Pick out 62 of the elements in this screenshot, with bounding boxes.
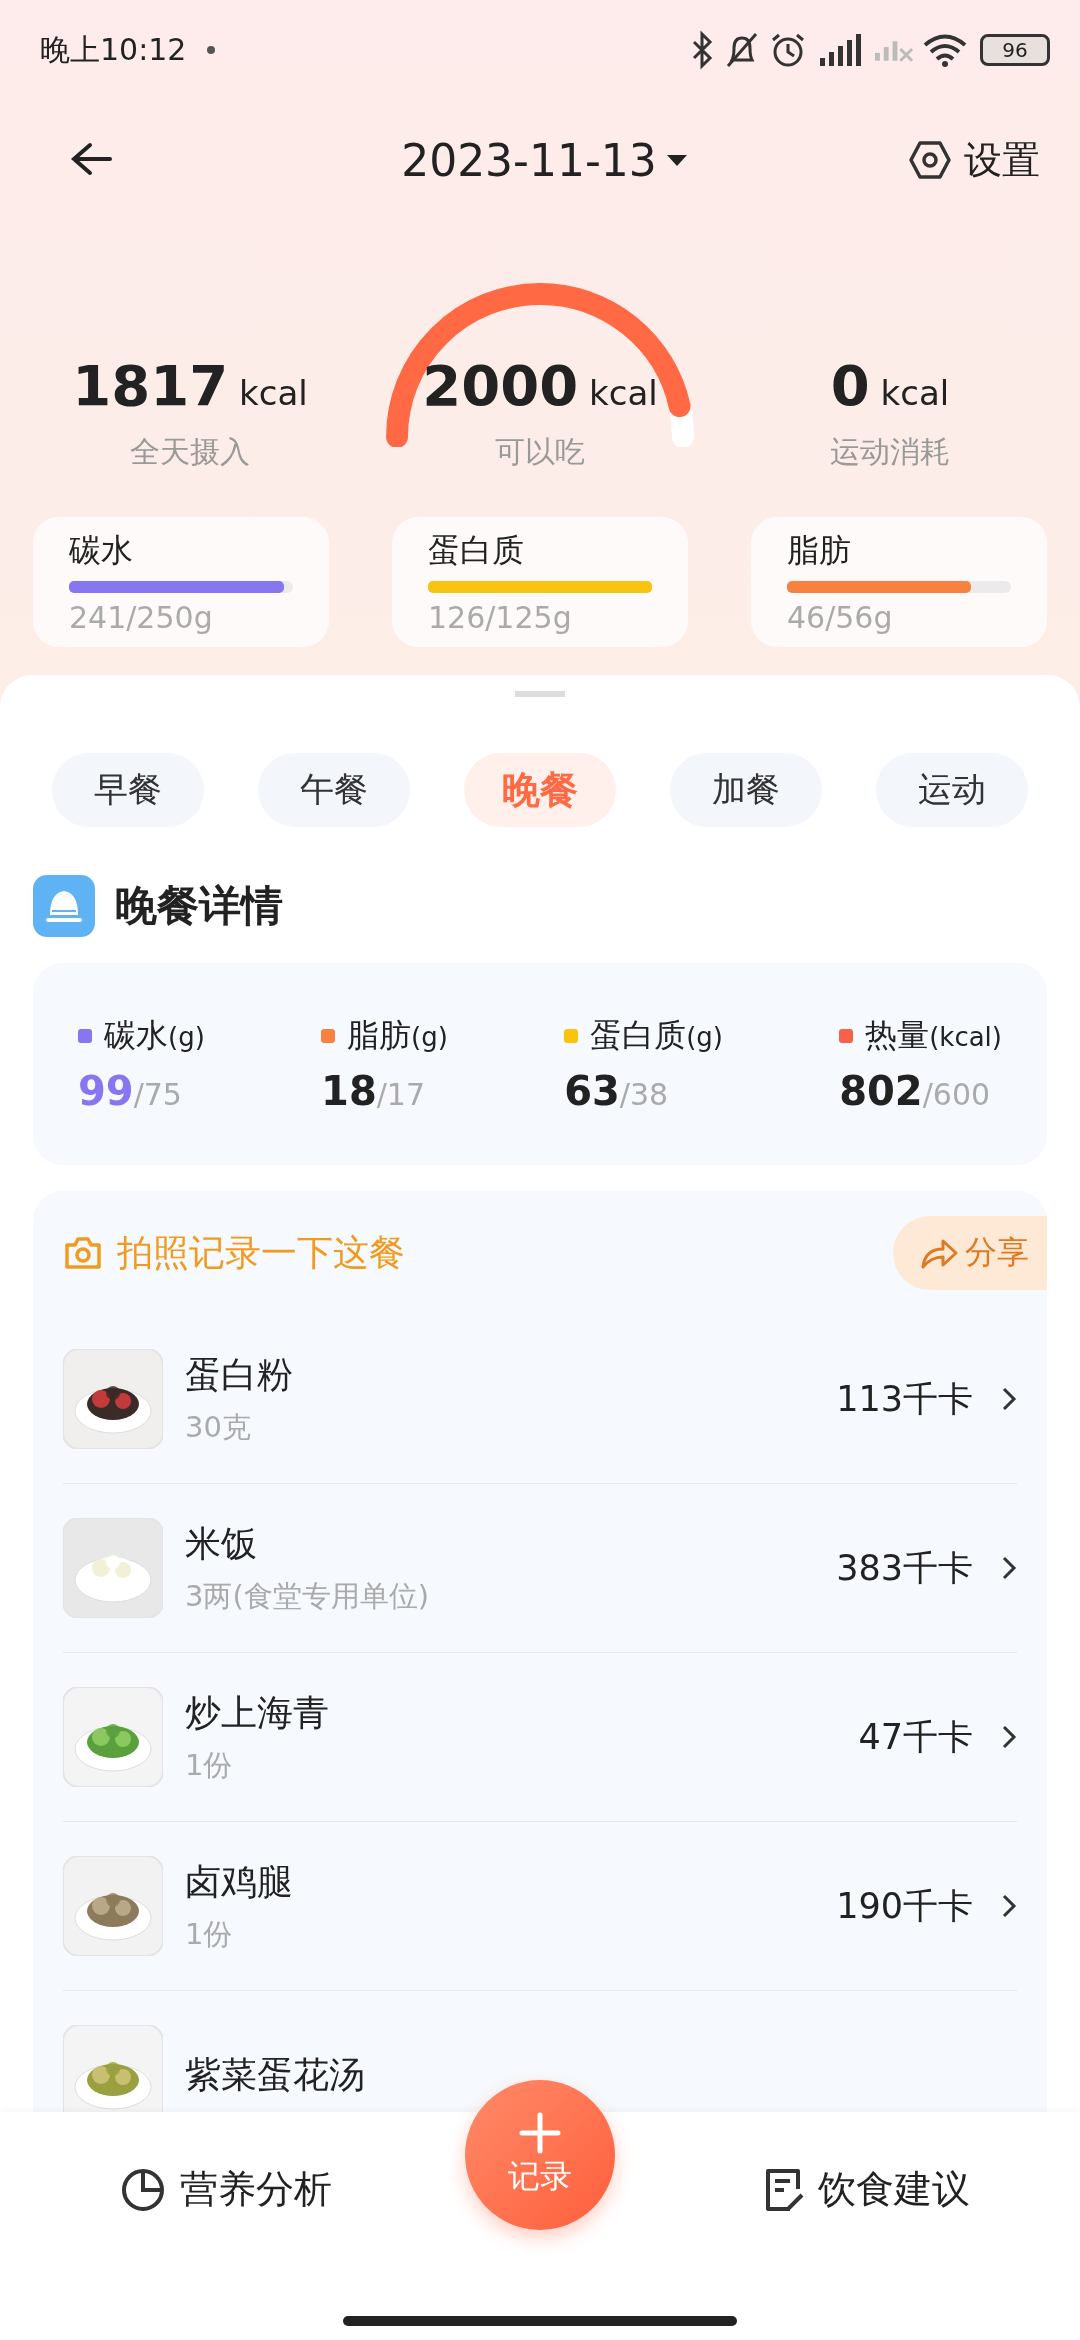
macro-name: 蛋白质	[428, 530, 525, 571]
diet-advice-tab[interactable]: 饮食建议	[764, 2164, 970, 2215]
food-item[interactable]: 炒上海青 1份 47千卡	[63, 1653, 1017, 1822]
stat-label: 热量(kcal)	[865, 1015, 1002, 1056]
dinner-bell-icon	[33, 875, 95, 937]
chevron-right-icon	[1001, 1385, 1017, 1413]
meal-tab[interactable]: 午餐	[258, 753, 410, 827]
chevron-right-icon	[1001, 1554, 1017, 1582]
pie-chart-icon	[120, 2166, 166, 2213]
stat-value: 18/17	[321, 1068, 426, 1114]
stat-value: 63/38	[564, 1068, 670, 1114]
food-calories: 113千卡	[836, 1377, 973, 1421]
food-name: 米饭	[185, 1521, 258, 1566]
burned-label: 运动消耗	[830, 433, 950, 471]
food-amount: 3两(食堂专用单位)	[185, 1577, 431, 1615]
chevron-right-icon	[1001, 1723, 1017, 1751]
meal-tab[interactable]: 加餐	[670, 753, 822, 827]
food-name: 紫菜蛋花汤	[185, 2052, 366, 2097]
drag-handle[interactable]	[515, 691, 565, 697]
status-time: 晚上10:12	[40, 30, 187, 69]
signal-off-icon	[874, 38, 914, 62]
date-picker[interactable]: 2023-11-13	[401, 134, 691, 186]
settings-button[interactable]: 设置	[908, 134, 1040, 186]
meal-tab[interactable]: 运动	[876, 753, 1028, 827]
food-amount: 1份	[185, 1746, 234, 1784]
burned-value: 0 kcal	[830, 353, 950, 418]
camera-icon	[63, 1235, 103, 1271]
note-edit-icon	[764, 2166, 804, 2213]
remaining-value: 2000 kcal	[422, 353, 658, 418]
food-amount: 30克	[185, 1408, 252, 1446]
food-item[interactable]: 卤鸡腿 1份 190千卡	[63, 1822, 1017, 1991]
settings-icon	[908, 138, 952, 182]
food-calories: 383千卡	[836, 1546, 973, 1590]
food-calories: 190千卡	[836, 1884, 973, 1928]
food-name: 炒上海青	[185, 1690, 330, 1735]
battery-level: 96	[1002, 38, 1028, 62]
stat-value: 802/600	[839, 1068, 992, 1114]
macro-name: 碳水	[69, 530, 134, 571]
macro-name: 脂肪	[787, 530, 852, 571]
stat-label: 脂肪(g)	[347, 1015, 448, 1056]
macro-reading: 241/250g	[69, 600, 214, 635]
food-item[interactable]: 米饭 3两(食堂专用单位) 383千卡	[63, 1484, 1017, 1653]
bell-muted-icon	[724, 30, 760, 70]
food-amount: 1份	[185, 1915, 234, 1953]
stat-label: 碳水(g)	[104, 1015, 205, 1056]
home-indicator[interactable]	[343, 2316, 737, 2326]
intake-value: 1817 kcal	[72, 353, 308, 418]
section-title: 晚餐详情	[115, 880, 283, 932]
food-name: 蛋白粉	[185, 1352, 294, 1397]
intake-label: 全天摄入	[130, 433, 250, 471]
nutrition-analysis-tab[interactable]: 营养分析	[120, 2164, 332, 2215]
meal-tab[interactable]: 早餐	[52, 753, 204, 827]
macro-reading: 46/56g	[787, 600, 894, 635]
plus-icon	[518, 2111, 562, 2155]
remaining-label: 可以吃	[495, 433, 585, 471]
food-name: 卤鸡腿	[185, 1859, 294, 1904]
food-calories: 47千卡	[858, 1715, 973, 1759]
food-item[interactable]: 蛋白粉 30克 113千卡	[63, 1315, 1017, 1484]
macro-reading: 126/125g	[428, 600, 573, 635]
chevron-right-icon	[1001, 1892, 1017, 1920]
stat-label: 蛋白质(g)	[590, 1015, 723, 1056]
stat-value: 99/75	[78, 1068, 183, 1114]
